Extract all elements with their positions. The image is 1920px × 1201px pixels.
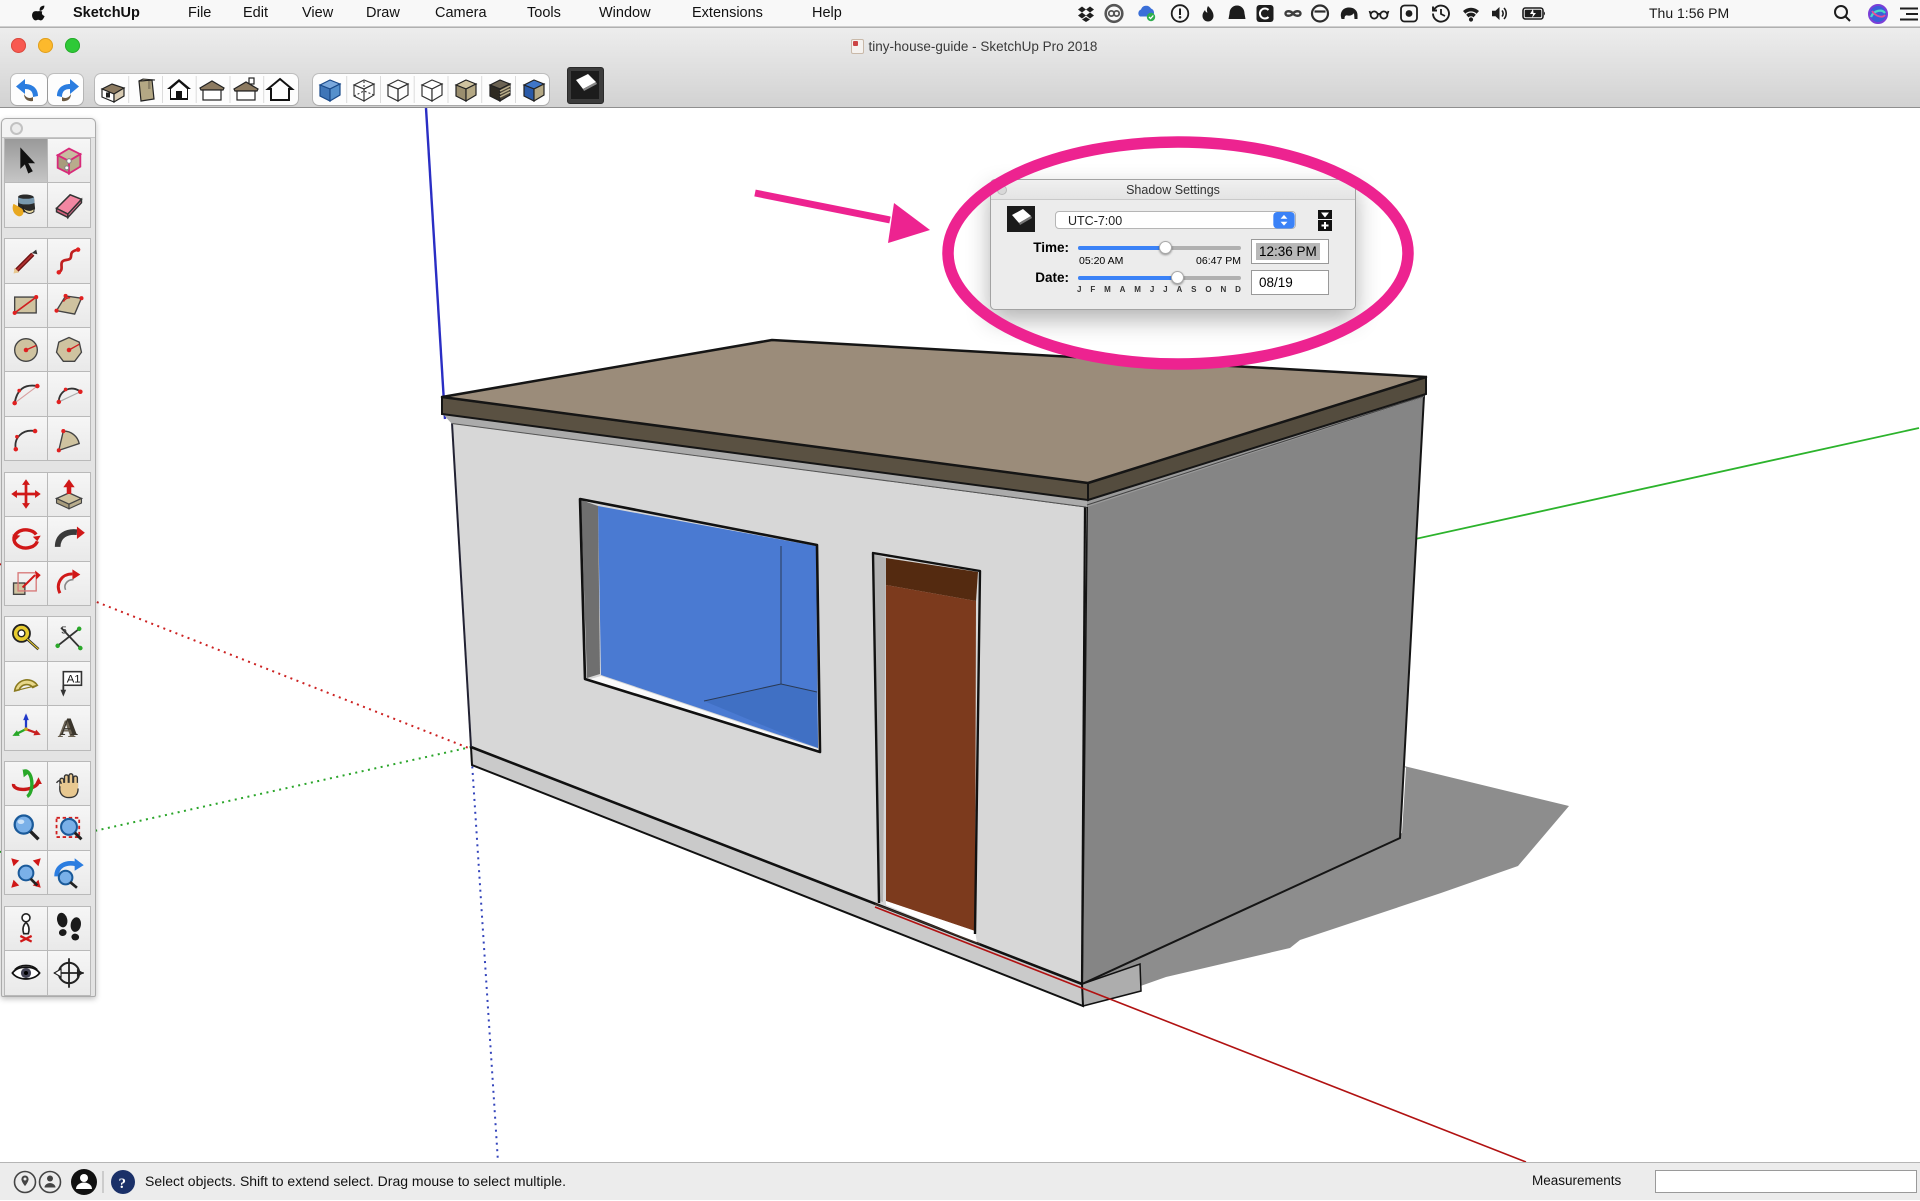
svg-text:5: 5 — [61, 625, 67, 636]
svg-text:A: A — [60, 714, 78, 741]
svg-text:A1: A1 — [67, 674, 81, 686]
svg-text:?: ? — [119, 1176, 127, 1192]
